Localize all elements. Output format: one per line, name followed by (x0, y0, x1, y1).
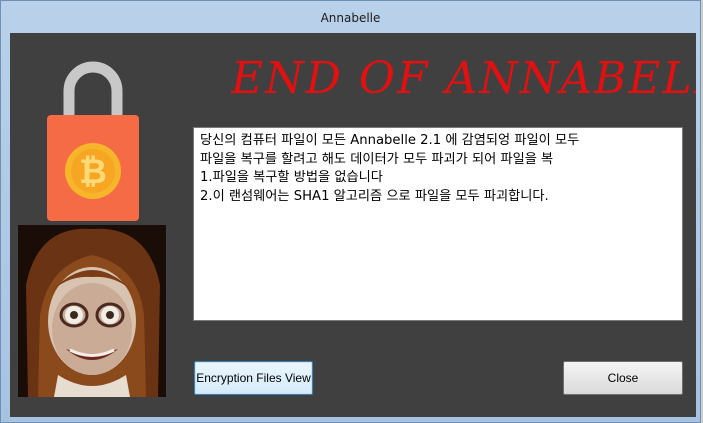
ransom-headline: END OF ANNABELLE (231, 53, 696, 104)
close-button[interactable]: Close (563, 361, 683, 395)
message-line: 2.이 랜섬웨어는 SHA1 알고리즘 으로 파일을 모두 파괴합니다. (200, 188, 549, 204)
message-line: 파일을 복구를 할려고 해도 데이터가 모두 파괴가 되어 파일을 복 (200, 151, 554, 167)
svg-text:₿: ₿ (79, 152, 107, 192)
title-bar[interactable]: Annabelle (1, 1, 700, 35)
annabelle-doll-photo (18, 225, 166, 397)
ransomware-window: Annabelle ₿ END OF ANNABELLE (0, 0, 701, 423)
bitcoin-padlock-icon: ₿ (47, 53, 139, 223)
message-line: 당신의 컴퓨터 파일이 모든 Annabelle 2.1 에 감염되엉 파일이 … (200, 133, 580, 148)
encryption-files-view-button[interactable]: Encryption Files View (194, 361, 313, 395)
message-line: 1.파일을 복구할 방법을 없습니다 (200, 170, 383, 185)
window-client-area: ₿ END OF ANNABELLE (10, 33, 696, 417)
window-title: Annabelle (320, 11, 381, 25)
ransom-message-textbox[interactable]: 당신의 컴퓨터 파일이 모든 Annabelle 2.1 에 감염되엉 파일이 … (193, 127, 683, 321)
